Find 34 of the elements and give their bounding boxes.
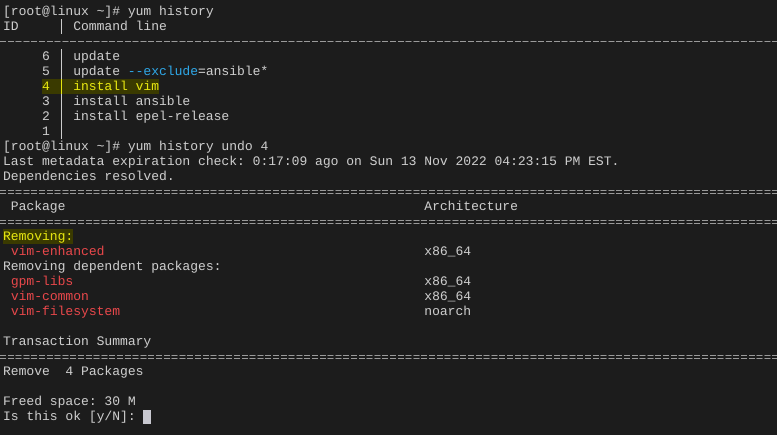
history-id: 5 (42, 64, 50, 79)
history-command: install epel-release (73, 109, 230, 124)
history-command: install ansible (73, 94, 190, 109)
package-name: gpm-libs (10, 274, 74, 289)
history-command: update (73, 49, 120, 64)
column-header: ID (3, 19, 19, 34)
package-arch: x86_64 (424, 244, 472, 259)
history-id: 2 (42, 109, 50, 124)
column-header: Command line (73, 19, 167, 34)
column-header: Package (10, 199, 66, 214)
history-command: update --exclude=ansible* (73, 64, 268, 79)
summary-line: Remove 4 Packages (3, 364, 144, 379)
output-message: Last metadata expiration check: 0:17:09 ago on Sun 13 Nov 2022 04:23:15 PM EST. (3, 154, 620, 169)
command-line: [root@linux ~]# yum history (3, 4, 214, 19)
package-name: vim-enhanced (10, 244, 104, 259)
package-arch: noarch (424, 304, 472, 319)
history-id: 1 (42, 124, 50, 139)
history-id: 6 (42, 49, 50, 64)
column-header: Architecture (424, 199, 518, 214)
package-name: vim-common (10, 289, 89, 304)
output-message: Freed space: 30 M (3, 394, 136, 409)
package-arch: x86_64 (424, 274, 472, 289)
history-id: 3 (42, 94, 50, 109)
summary-title: Transaction Summary (3, 334, 152, 349)
history-command: install vim (73, 79, 160, 94)
text-cursor (143, 410, 152, 424)
package-name: vim-filesystem (10, 304, 120, 319)
output-message: Dependencies resolved. (3, 169, 175, 184)
command-line: [root@linux ~]# yum history undo 4 (3, 139, 268, 154)
history-id: 4 (42, 79, 50, 94)
group-title: Removing dependent packages: (3, 259, 222, 274)
group-title: Removing: (3, 229, 74, 244)
package-arch: x86_64 (424, 289, 472, 304)
confirm-prompt: Is this ok [y/N]: (3, 409, 136, 424)
